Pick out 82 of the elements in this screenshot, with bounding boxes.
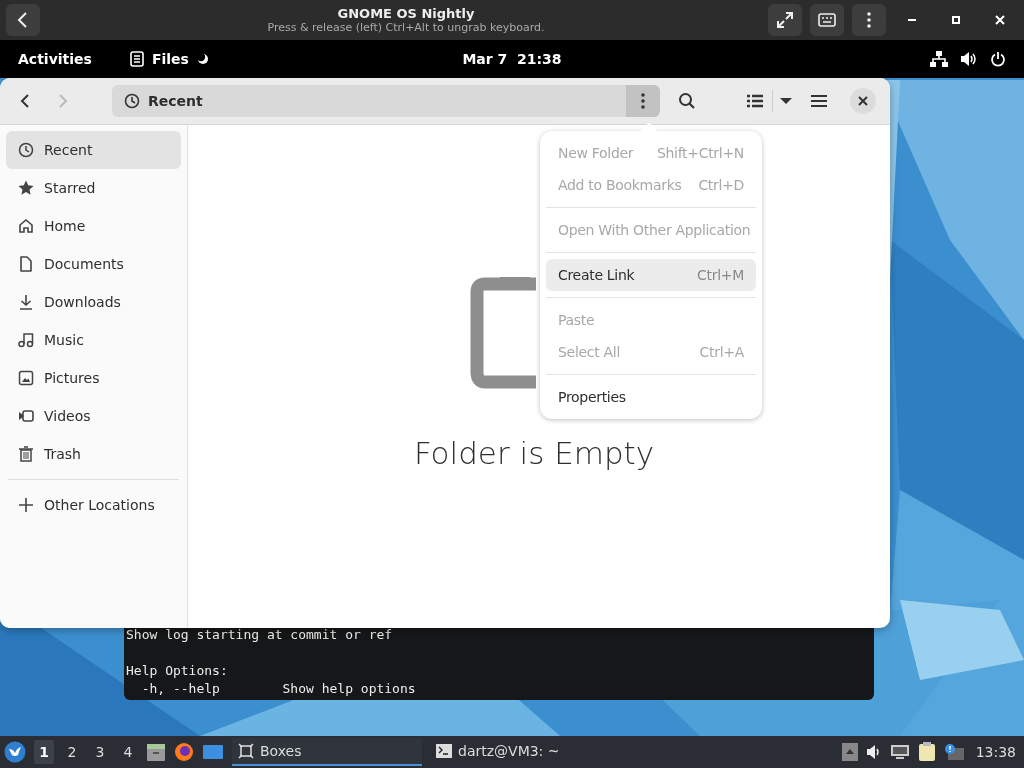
shortcut-label: Ctrl+A [699,344,744,360]
video-camera-icon [18,408,34,424]
sidebar-item[interactable]: Recent [6,131,181,169]
fullscreen-button[interactable] [768,4,802,36]
close-icon [995,15,1005,25]
notification-icon[interactable] [943,743,964,761]
clipboard-icon[interactable] [917,742,936,762]
sidebar-item[interactable]: Music [6,321,181,359]
caret-icon [779,97,792,105]
bird-logo-icon[interactable] [4,741,26,763]
music-note-icon [18,332,34,348]
sidebar-item[interactable]: Videos [6,397,181,435]
star-icon [18,180,34,196]
network-icon[interactable] [930,51,948,67]
app-menu[interactable]: Files [151,51,189,67]
clock[interactable]: Mar 7 21:38 [452,51,572,67]
clock-icon [124,93,140,109]
close-icon [858,96,868,106]
tray-expand-icon[interactable] [841,743,858,761]
window-icon[interactable] [202,743,224,761]
house-icon [18,218,34,234]
shortcut-label: Ctrl+D [698,177,744,193]
menu-item[interactable]: Properties [546,381,756,413]
browser-icon[interactable] [174,742,194,762]
back-icon [20,93,30,109]
sidebar-item[interactable]: Starred [6,169,181,207]
volume-icon[interactable] [960,51,978,67]
workspace-button[interactable]: 1 [34,740,54,764]
task-button[interactable]: Boxes [232,738,422,766]
terminal-line: -h, --help Show help options [140,680,417,698]
shortcut-label: Ctrl+M [697,267,744,283]
monitor-icon[interactable] [889,744,910,760]
sidebar-item[interactable]: Pictures [6,359,181,397]
keyboard-button[interactable] [810,4,844,36]
search-icon [678,92,696,110]
workspace-button[interactable]: 4 [118,740,138,764]
folder-icon [470,277,536,389]
keyboard-icon [818,13,836,27]
document-icon [18,256,34,272]
sidebar-item[interactable]: Documents [6,245,181,283]
clock-icon [18,142,34,158]
list-icon [747,94,763,108]
menu-button[interactable] [852,4,886,36]
shortcut-label: Shift+Ctrl+N [656,145,744,161]
file-cabinet-icon [129,51,144,67]
square-icon [238,743,254,759]
task-button[interactable]: dartz@VM3: ~ [430,738,620,766]
window-subtitle: Press & release (left) Ctrl+Alt to ungrab keyboard. [267,21,545,34]
menu-icon [811,94,827,108]
sidebar-item[interactable]: Downloads [6,283,181,321]
maximize-icon [952,16,960,24]
power-icon[interactable] [990,51,1006,67]
sidebar-item[interactable]: Trash [6,435,181,473]
menu-item[interactable]: Create Link Ctrl+M [546,259,756,291]
workspace-button[interactable]: 2 [62,740,82,764]
empty-state-title: Folder is Empty [413,435,655,471]
minimize-icon [907,19,917,21]
terminal-line: Show log starting at commit or ref [126,626,394,644]
back-button[interactable] [6,4,40,36]
window-title: GNOME OS Nightly [337,6,475,21]
clock[interactable]: 13:38 [975,744,1016,760]
plus-icon [18,497,34,513]
image-icon [18,370,34,386]
more-icon [641,93,645,109]
workspace-button[interactable]: 3 [90,740,110,764]
more-button[interactable] [626,85,660,117]
trash-icon [18,446,34,462]
terminal-line: Help Options: [126,662,229,680]
more-icon [867,12,871,28]
volume-icon[interactable] [865,744,882,760]
terminal-icon [436,743,452,759]
file-cabinet-icon[interactable] [146,742,166,762]
location-label: Recent [148,93,203,109]
back-icon [16,11,30,29]
activities-button[interactable]: Activities [18,51,92,67]
fullscreen-icon [776,11,794,29]
close-button[interactable] [850,88,876,114]
forward-icon [58,93,68,109]
location-bar[interactable]: Recent [112,85,626,117]
sidebar-item[interactable]: Other Locations [6,486,181,524]
download-icon [18,294,34,310]
sidebar-item[interactable]: Home [6,207,181,245]
